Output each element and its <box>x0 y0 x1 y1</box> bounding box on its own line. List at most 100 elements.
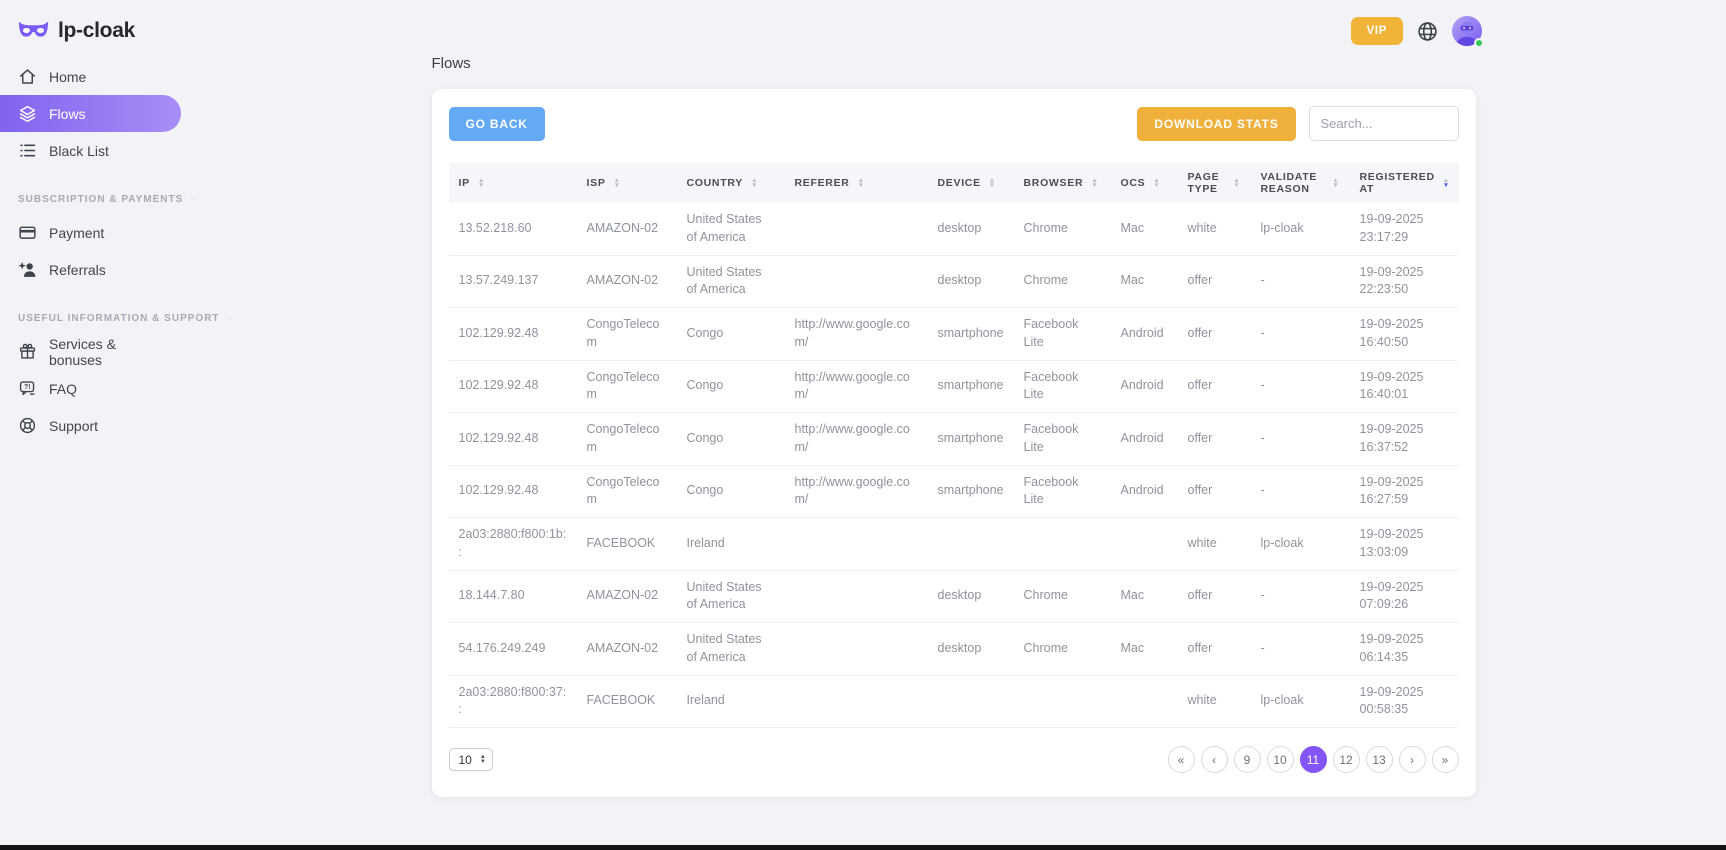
sidebar-item-black-list[interactable]: Black List <box>0 132 181 169</box>
cell-ip: 2a03:2880:f800:37:: <box>449 675 577 728</box>
cell-browser: Chrome <box>1014 255 1111 308</box>
sort-icon[interactable]: ▲▼ <box>614 178 621 188</box>
table-row: 102.129.92.48 CongoTelecom Congo http://… <box>449 360 1459 413</box>
cell-device: desktop <box>928 203 1014 255</box>
cell-ip: 102.129.92.48 <box>449 360 577 413</box>
sidebar-item-label: Referrals <box>49 262 106 278</box>
column-header[interactable]: PAGE TYPE ▲▼ <box>1178 163 1251 203</box>
cell-browser: Facebook Lite <box>1014 413 1111 466</box>
cell-registered-at: 19-09-2025 16:40:50 <box>1350 308 1459 361</box>
cell-page-type: white <box>1178 675 1251 728</box>
cell-validate-reason: - <box>1251 465 1350 518</box>
sidebar: Home Flows Black List SUBSCRIPTION & PAY… <box>0 58 181 444</box>
search-input[interactable] <box>1309 106 1459 141</box>
column-label: VALIDATE REASON <box>1261 171 1325 195</box>
sort-icon[interactable]: ▲▼ <box>751 178 758 188</box>
cell-browser: Chrome <box>1014 570 1111 623</box>
cell-page-type: offer <box>1178 623 1251 676</box>
sidebar-item-services[interactable]: Services & bonuses <box>0 333 181 370</box>
cell-country: Ireland <box>677 518 785 571</box>
sidebar-item-faq[interactable]: ?! FAQ <box>0 370 181 407</box>
cell-registered-at: 19-09-2025 22:23:50 <box>1350 255 1459 308</box>
cell-registered-at: 19-09-2025 00:58:35 <box>1350 675 1459 728</box>
page-button[interactable]: 13 <box>1366 746 1393 773</box>
pagination-row: 10 ▲▼ « ‹ 9 10 11 12 <box>449 746 1459 773</box>
page-button[interactable]: 9 <box>1234 746 1261 773</box>
column-label: OCS <box>1121 177 1146 189</box>
sidebar-item-support[interactable]: Support <box>0 407 181 444</box>
sort-icon[interactable]: ▲▼ <box>1153 178 1160 188</box>
cell-isp: AMAZON-02 <box>577 570 677 623</box>
sidebar-item-flows[interactable]: Flows <box>0 95 181 132</box>
sort-icon[interactable]: ▲▼ <box>478 178 485 188</box>
column-header[interactable]: IP ▲▼ <box>449 163 577 203</box>
sidebar-item-payment[interactable]: Payment <box>0 214 181 251</box>
page-button[interactable]: 12 <box>1333 746 1360 773</box>
cell-validate-reason: - <box>1251 570 1350 623</box>
column-label: REGISTERED AT <box>1360 171 1435 195</box>
cell-ocs: Mac <box>1111 255 1178 308</box>
cell-registered-at: 19-09-2025 23:17:29 <box>1350 203 1459 255</box>
cell-referer <box>785 623 928 676</box>
cell-country: United States of America <box>677 203 785 255</box>
cell-page-type: offer <box>1178 308 1251 361</box>
flows-icon <box>18 104 37 123</box>
sort-icon[interactable]: ▲▼ <box>1091 178 1098 188</box>
page-button[interactable]: › <box>1399 746 1426 773</box>
home-icon <box>18 67 37 86</box>
cell-referer: http://www.google.com/ <box>785 413 928 466</box>
main-area: Flows GO BACK DOWNLOAD STATS <box>181 0 1726 797</box>
sort-icon[interactable]: ▲▼ <box>989 178 996 188</box>
page-button[interactable]: « <box>1168 746 1195 773</box>
column-header[interactable]: COUNTRY ▲▼ <box>677 163 785 203</box>
per-page-select[interactable]: 10 ▲▼ <box>449 748 493 771</box>
column-header[interactable]: REFERER ▲▼ <box>785 163 928 203</box>
cell-browser: Facebook Lite <box>1014 360 1111 413</box>
cell-registered-at: 19-09-2025 16:40:01 <box>1350 360 1459 413</box>
cell-device <box>928 675 1014 728</box>
flows-table: IP ▲▼ ISP ▲▼ <box>449 163 1459 728</box>
column-header[interactable]: DEVICE ▲▼ <box>928 163 1014 203</box>
table-row: 13.52.218.60 AMAZON-02 United States of … <box>449 203 1459 255</box>
cell-country: United States of America <box>677 570 785 623</box>
page-button[interactable]: 10 <box>1267 746 1294 773</box>
sort-icon[interactable]: ▲▼ <box>1332 178 1339 188</box>
page-button[interactable]: 11 <box>1300 746 1327 773</box>
cell-device: desktop <box>928 255 1014 308</box>
bottom-edge-bar <box>0 845 1726 850</box>
cell-browser: Chrome <box>1014 203 1111 255</box>
sidebar-item-label: Black List <box>49 143 109 159</box>
sidebar-item-home[interactable]: Home <box>0 58 181 95</box>
brand-logo: lp-cloak <box>18 19 135 43</box>
pagination-pages: « ‹ 9 10 11 12 13 › <box>1168 746 1459 773</box>
column-label: IP <box>459 177 470 189</box>
sort-icon[interactable]: ▲▼ <box>858 178 865 188</box>
column-label: ISP <box>587 177 606 189</box>
column-header[interactable]: VALIDATE REASON ▲▼ <box>1251 163 1350 203</box>
sidebar-section-support: USEFUL INFORMATION & SUPPORT <box>0 313 181 324</box>
sidebar-item-referrals[interactable]: Referrals <box>0 251 181 288</box>
cell-validate-reason: lp-cloak <box>1251 203 1350 255</box>
cell-device: desktop <box>928 623 1014 676</box>
cell-isp: AMAZON-02 <box>577 623 677 676</box>
table-row: 102.129.92.48 CongoTelecom Congo http://… <box>449 465 1459 518</box>
table-row: 18.144.7.80 AMAZON-02 United States of A… <box>449 570 1459 623</box>
column-header[interactable]: BROWSER ▲▼ <box>1014 163 1111 203</box>
table-row: 2a03:2880:f800:1b:: FACEBOOK Ireland whi… <box>449 518 1459 571</box>
download-stats-button[interactable]: DOWNLOAD STATS <box>1137 107 1295 141</box>
column-header[interactable]: REGISTERED AT ▲▼ <box>1350 163 1459 203</box>
cell-country: Congo <box>677 360 785 413</box>
page-button[interactable]: ‹ <box>1201 746 1228 773</box>
column-header[interactable]: ISP ▲▼ <box>577 163 677 203</box>
table-row: 13.57.249.137 AMAZON-02 United States of… <box>449 255 1459 308</box>
cell-ip: 18.144.7.80 <box>449 570 577 623</box>
go-back-button[interactable]: GO BACK <box>449 107 545 141</box>
cell-registered-at: 19-09-2025 16:37:52 <box>1350 413 1459 466</box>
sort-icon[interactable]: ▲▼ <box>1443 178 1450 188</box>
cell-device: smartphone <box>928 360 1014 413</box>
sidebar-item-label: Services & bonuses <box>49 336 163 368</box>
sort-icon[interactable]: ▲▼ <box>1233 178 1240 188</box>
column-header[interactable]: OCS ▲▼ <box>1111 163 1178 203</box>
cell-validate-reason: - <box>1251 360 1350 413</box>
page-button[interactable]: » <box>1432 746 1459 773</box>
